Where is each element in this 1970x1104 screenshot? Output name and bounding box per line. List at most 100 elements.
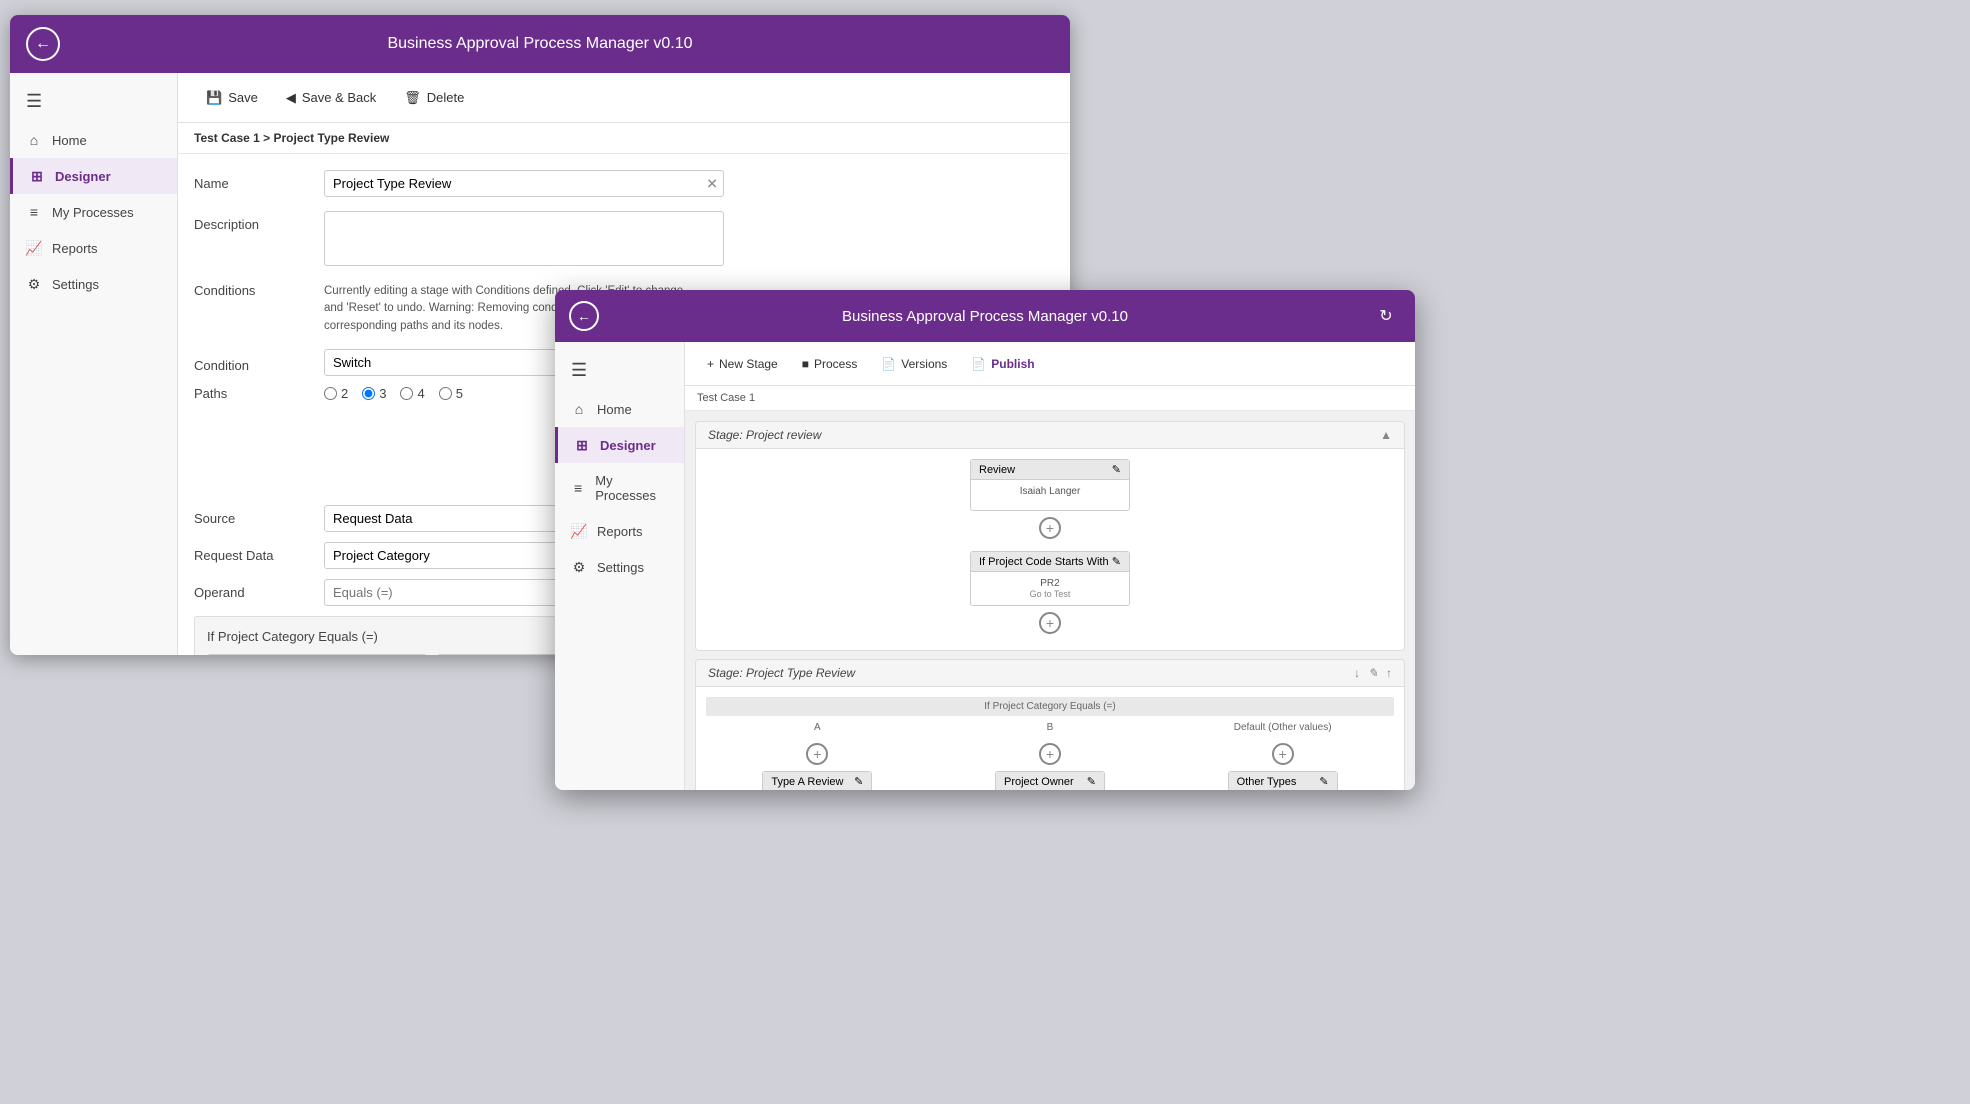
type-a-review-header: Type A Review ✎	[763, 772, 871, 790]
project-owner-edit-icon[interactable]: ✎	[1087, 775, 1096, 788]
window2-body: ☰ ⌂ Home ⊞ Designer ≡ My Processes 📈 Rep…	[555, 342, 1415, 790]
path-a-add-button[interactable]: +	[806, 743, 828, 765]
home-icon: ⌂	[26, 132, 42, 148]
window1-titlebar: ← Business Approval Process Manager v0.1…	[10, 15, 1070, 73]
reports-icon: 📈	[26, 240, 42, 256]
delete-icon: 🗑	[404, 90, 421, 106]
other-types-node[interactable]: Other Types ✎ Isaiah Langer	[1228, 771, 1338, 790]
request-data-label: Request Data	[194, 548, 314, 563]
sidebar-hamburger[interactable]: ☰	[10, 81, 177, 122]
sidebar-item-reports[interactable]: 📈 Reports	[10, 230, 177, 266]
versions-button[interactable]: 📄 Versions	[871, 352, 957, 376]
w2-sidebar-designer[interactable]: ⊞ Designer	[555, 427, 684, 463]
window2-back-button[interactable]: ←	[569, 301, 599, 331]
review-node-container: Review ✎ Isaiah Langer +	[706, 459, 1394, 545]
path-b-add-button[interactable]: +	[1039, 743, 1061, 765]
my-processes-icon: ≡	[26, 204, 42, 220]
paths-radio-3[interactable]: 3	[362, 386, 386, 401]
stage1-content: Review ✎ Isaiah Langer +	[696, 449, 1404, 650]
window1-toolbar: 💾 Save ◀ Save & Back 🗑 Delete	[178, 73, 1070, 123]
condition-node-body: PR2 Go to Test	[971, 572, 1129, 605]
settings-icon: ⚙	[26, 276, 42, 292]
project-owner-node[interactable]: Project Owner ✎ Project Owner	[995, 771, 1105, 790]
condition-node[interactable]: If Project Code Starts With ✎ PR2 Go to …	[970, 551, 1130, 606]
publish-button[interactable]: 📄 Publish	[961, 352, 1044, 376]
review-node-body: Isaiah Langer	[971, 480, 1129, 510]
window2-refresh-button[interactable]: ↻	[1371, 301, 1401, 331]
paths-radio-4[interactable]: 4	[400, 386, 424, 401]
sidebar-label-settings: Settings	[52, 277, 99, 292]
window2-breadcrumb: Test Case 1	[685, 386, 1415, 411]
project-owner-header: Project Owner ✎	[996, 772, 1104, 790]
stage-project-type-review: Stage: Project Type Review ↓ ✎ ↑ If Proj…	[695, 659, 1405, 790]
stage2-down-icon[interactable]: ↓	[1354, 666, 1360, 680]
window2-titlebar: ← Business Approval Process Manager v0.1…	[555, 290, 1415, 342]
new-stage-button[interactable]: + New Stage	[697, 352, 788, 376]
w2-sidebar-reports-label: Reports	[597, 524, 643, 539]
window2-toolbar: + New Stage ■ Process 📄 Versions 📄 Publi…	[685, 342, 1415, 386]
review-node-title: Review	[979, 464, 1015, 476]
review-node-user: Isaiah Langer	[1020, 486, 1081, 497]
description-label: Description	[194, 211, 314, 232]
condition-node-edit-icon[interactable]: ✎	[1112, 555, 1121, 568]
process-area[interactable]: Stage: Project review ▲ Review ✎	[685, 411, 1415, 790]
designer-icon: ⊞	[29, 168, 45, 184]
other-types-edit-icon[interactable]: ✎	[1319, 775, 1328, 788]
name-clear-button[interactable]: ✕	[706, 175, 718, 192]
save-back-button[interactable]: ◀ Save & Back	[274, 84, 388, 112]
sidebar-label-my-processes: My Processes	[52, 205, 134, 220]
condition-node-add-button[interactable]: +	[1039, 612, 1061, 634]
w2-reports-icon: 📈	[571, 523, 587, 539]
paths-radio-5[interactable]: 5	[439, 386, 463, 401]
window2: ← Business Approval Process Manager v0.1…	[555, 290, 1415, 790]
review-node[interactable]: Review ✎ Isaiah Langer	[970, 459, 1130, 511]
save-button[interactable]: 💾 Save	[194, 84, 270, 112]
save-back-icon: ◀	[286, 90, 296, 106]
switch-paths: A + Type A Review ✎ Adele Vance	[706, 722, 1394, 790]
w2-my-processes-icon: ≡	[571, 480, 585, 496]
stage2-content: If Project Category Equals (=) A + Type …	[696, 687, 1404, 790]
path-a-type-select[interactable]: Static value	[207, 654, 427, 655]
review-node-add-button[interactable]: +	[1039, 517, 1061, 539]
path-default-add-button[interactable]: +	[1272, 743, 1294, 765]
w2-sidebar-settings[interactable]: ⚙ Settings	[555, 549, 684, 585]
w2-sidebar-reports[interactable]: 📈 Reports	[555, 513, 684, 549]
sidebar-item-home[interactable]: ⌂ Home	[10, 122, 177, 158]
other-types-title: Other Types	[1237, 776, 1297, 788]
condition-node-header: If Project Code Starts With ✎	[971, 552, 1129, 572]
stage2-edit-icon[interactable]: ✎	[1368, 666, 1378, 680]
name-input[interactable]	[324, 170, 724, 197]
condition-label: Condition	[194, 352, 314, 373]
sidebar-item-designer[interactable]: ⊞ Designer	[10, 158, 177, 194]
process-icon: ■	[802, 357, 809, 371]
w2-sidebar-designer-label: Designer	[600, 438, 656, 453]
paths-label: Paths	[194, 386, 314, 401]
type-a-review-edit-icon[interactable]: ✎	[854, 775, 863, 788]
w2-sidebar-hamburger[interactable]: ☰	[555, 350, 684, 391]
w2-sidebar-my-processes-label: My Processes	[595, 473, 668, 503]
type-a-review-node[interactable]: Type A Review ✎ Adele Vance	[762, 771, 872, 790]
review-node-edit-icon[interactable]: ✎	[1112, 463, 1121, 476]
process-button[interactable]: ■ Process	[792, 352, 868, 376]
delete-button[interactable]: 🗑 Delete	[392, 84, 476, 112]
w2-sidebar-my-processes[interactable]: ≡ My Processes	[555, 463, 684, 513]
name-label: Name	[194, 170, 314, 191]
description-textarea[interactable]	[324, 211, 724, 266]
sidebar-item-my-processes[interactable]: ≡ My Processes	[10, 194, 177, 230]
window2-sidebar: ☰ ⌂ Home ⊞ Designer ≡ My Processes 📈 Rep…	[555, 342, 685, 790]
conditions-label: Conditions	[194, 283, 314, 298]
w2-sidebar-home[interactable]: ⌂ Home	[555, 391, 684, 427]
stage1-edit-icon[interactable]: ▲	[1380, 428, 1392, 442]
stage2-up-icon[interactable]: ↑	[1386, 666, 1392, 680]
window1-back-button[interactable]: ←	[26, 27, 60, 61]
type-a-review-title: Type A Review	[771, 776, 843, 788]
window1-title: Business Approval Process Manager v0.10	[387, 35, 692, 53]
window2-title: Business Approval Process Manager v0.10	[842, 308, 1128, 325]
paths-radio-2[interactable]: 2	[324, 386, 348, 401]
name-row: Name ✕	[194, 170, 1054, 197]
save-icon: 💾	[206, 90, 222, 106]
sidebar-item-settings[interactable]: ⚙ Settings	[10, 266, 177, 302]
condition-node-text: Go to Test	[979, 589, 1121, 599]
sidebar-label-home: Home	[52, 133, 87, 148]
operand-label: Operand	[194, 585, 314, 600]
